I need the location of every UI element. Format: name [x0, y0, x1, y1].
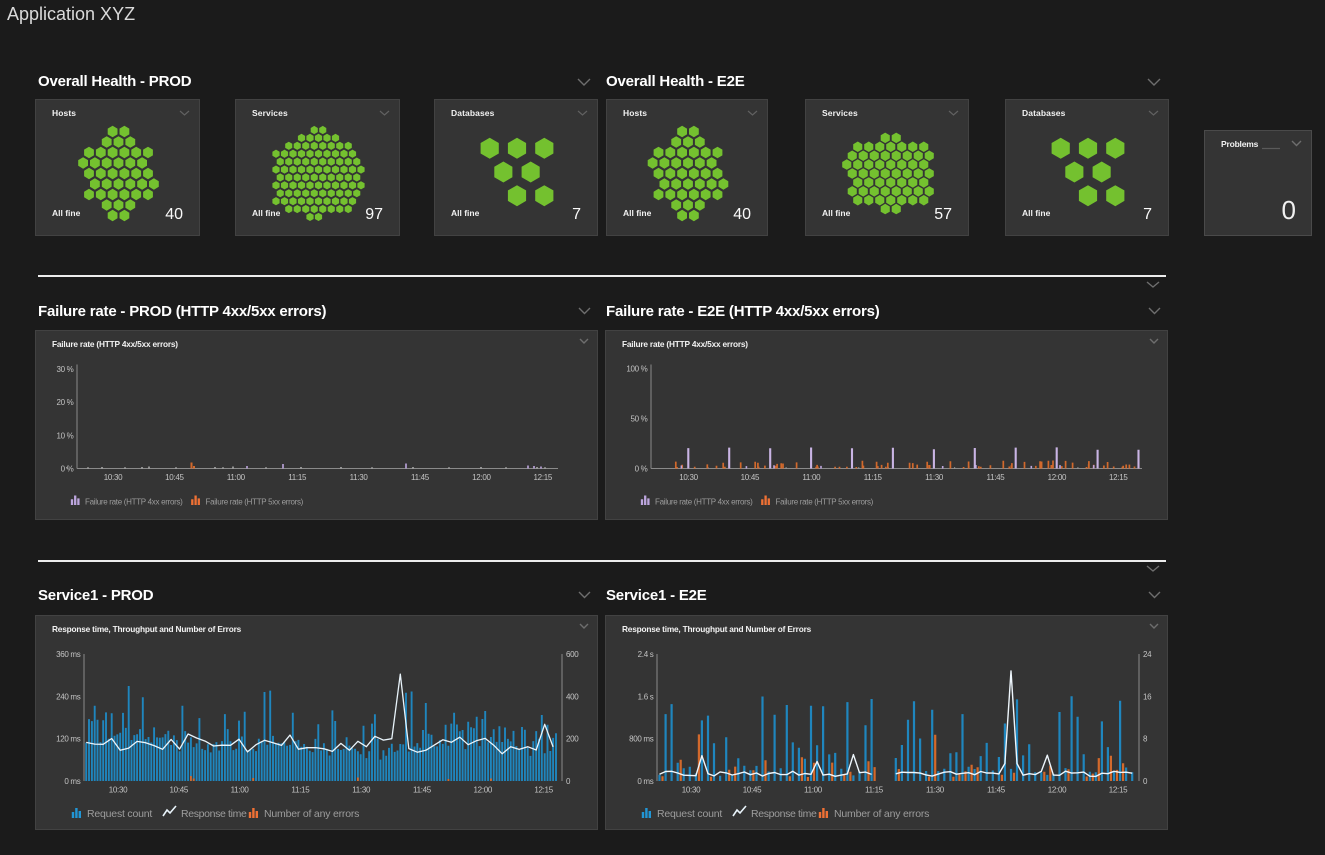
svg-text:11:00: 11:00 — [231, 786, 250, 795]
svg-text:10:45: 10:45 — [170, 786, 189, 795]
svg-text:Response time: Response time — [751, 808, 817, 820]
svg-text:400: 400 — [566, 692, 579, 701]
svg-text:8: 8 — [1143, 735, 1148, 744]
svg-text:11:15: 11:15 — [864, 473, 883, 482]
svg-text:11:45: 11:45 — [413, 786, 432, 795]
svg-text:11:30: 11:30 — [926, 786, 945, 795]
svg-text:Request count: Request count — [87, 808, 152, 820]
svg-text:1.6 s: 1.6 s — [638, 692, 654, 701]
svg-text:0 ms: 0 ms — [64, 777, 80, 786]
svg-text:Number of any errors: Number of any errors — [264, 808, 359, 820]
svg-text:50 %: 50 % — [630, 415, 647, 424]
svg-text:24: 24 — [1143, 650, 1152, 659]
svg-text:10:30: 10:30 — [109, 786, 128, 795]
svg-text:Failure rate (HTTP 4xx errors): Failure rate (HTTP 4xx errors) — [655, 498, 753, 507]
svg-text:10:45: 10:45 — [743, 786, 762, 795]
svg-text:12:15: 12:15 — [534, 786, 553, 795]
svg-text:10:30: 10:30 — [682, 786, 701, 795]
svg-text:0: 0 — [1143, 777, 1148, 786]
svg-text:11:00: 11:00 — [227, 473, 246, 482]
svg-text:Response time: Response time — [181, 808, 247, 820]
svg-text:12:15: 12:15 — [1109, 786, 1128, 795]
svg-text:11:15: 11:15 — [865, 786, 884, 795]
svg-text:Request count: Request count — [657, 808, 722, 820]
svg-text:800 ms: 800 ms — [629, 735, 654, 744]
svg-text:10:30: 10:30 — [679, 473, 698, 482]
svg-text:11:15: 11:15 — [291, 786, 310, 795]
svg-text:12:15: 12:15 — [534, 473, 553, 482]
svg-text:12:00: 12:00 — [1048, 473, 1067, 482]
svg-text:360 ms: 360 ms — [56, 650, 81, 659]
svg-text:200: 200 — [566, 735, 579, 744]
svg-text:10:45: 10:45 — [741, 473, 760, 482]
svg-text:Failure rate (HTTP 5xx errors): Failure rate (HTTP 5xx errors) — [206, 498, 304, 507]
svg-text:11:00: 11:00 — [804, 786, 823, 795]
svg-text:12:15: 12:15 — [1109, 473, 1128, 482]
svg-text:100 %: 100 % — [626, 365, 647, 374]
svg-text:12:00: 12:00 — [474, 786, 493, 795]
svg-text:11:30: 11:30 — [352, 786, 371, 795]
svg-text:11:30: 11:30 — [350, 473, 369, 482]
svg-text:11:00: 11:00 — [802, 473, 821, 482]
svg-text:11:45: 11:45 — [411, 473, 430, 482]
svg-text:Failure rate (HTTP 5xx errors): Failure rate (HTTP 5xx errors) — [776, 498, 874, 507]
svg-text:11:30: 11:30 — [925, 473, 944, 482]
svg-text:0 ms: 0 ms — [637, 777, 653, 786]
svg-text:2.4 s: 2.4 s — [638, 650, 654, 659]
svg-text:0 %: 0 % — [635, 465, 648, 474]
svg-text:600: 600 — [566, 650, 579, 659]
svg-text:0: 0 — [566, 777, 571, 786]
svg-text:30 %: 30 % — [56, 365, 73, 374]
svg-text:240 ms: 240 ms — [56, 692, 81, 701]
svg-text:120 ms: 120 ms — [56, 735, 81, 744]
svg-text:10 %: 10 % — [56, 431, 73, 440]
svg-text:11:45: 11:45 — [987, 786, 1006, 795]
svg-text:11:15: 11:15 — [288, 473, 307, 482]
svg-text:11:45: 11:45 — [987, 473, 1006, 482]
svg-text:0 %: 0 % — [61, 465, 74, 474]
svg-text:Failure rate (HTTP 4xx errors): Failure rate (HTTP 4xx errors) — [85, 498, 183, 507]
svg-text:20 %: 20 % — [56, 398, 73, 407]
svg-text:12:00: 12:00 — [472, 473, 491, 482]
svg-text:16: 16 — [1143, 692, 1152, 701]
svg-text:12:00: 12:00 — [1048, 786, 1067, 795]
svg-text:10:45: 10:45 — [165, 473, 184, 482]
svg-text:Number of any errors: Number of any errors — [834, 808, 929, 820]
svg-text:10:30: 10:30 — [104, 473, 123, 482]
